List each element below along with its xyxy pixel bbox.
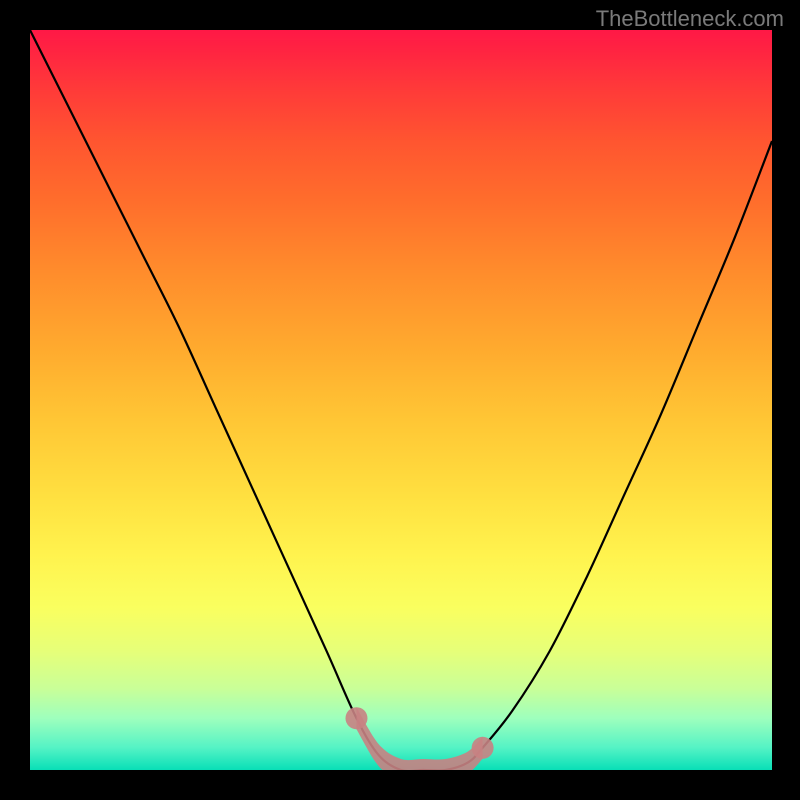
optimal-range-endcap: [345, 707, 367, 729]
optimal-range-highlight: [356, 707, 482, 770]
chart-container: TheBottleneck.com: [0, 0, 800, 800]
watermark-text: TheBottleneck.com: [596, 6, 784, 32]
bottleneck-curve: [30, 30, 772, 770]
curve-layer: [30, 30, 772, 770]
plot-area: [30, 30, 772, 770]
optimal-range-endcap: [472, 737, 494, 759]
